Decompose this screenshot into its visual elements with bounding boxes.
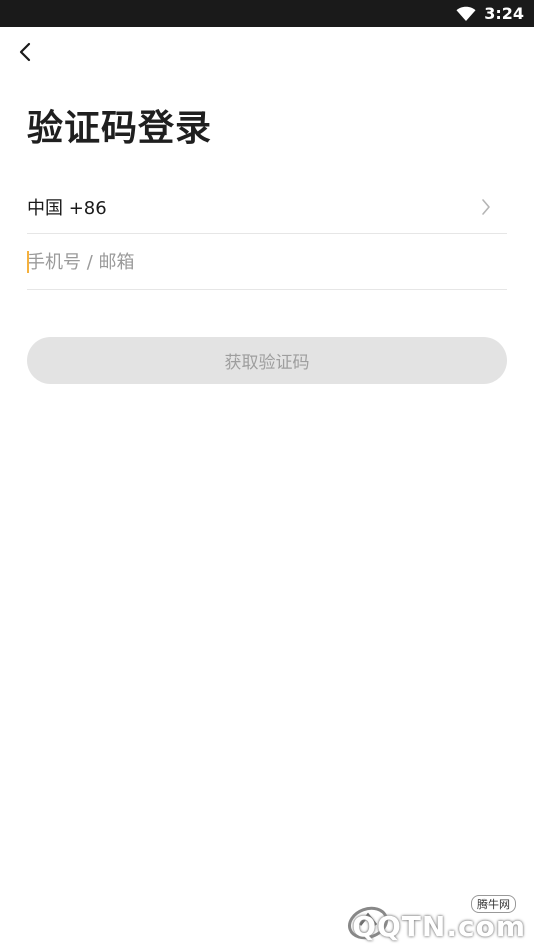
status-right: 3:24	[456, 0, 524, 27]
status-time: 3:24	[484, 4, 524, 23]
phone-email-input[interactable]	[27, 235, 507, 289]
page-title: 验证码登录	[27, 108, 213, 149]
watermark-text: QQTN.com	[352, 910, 526, 943]
watermark: 腾牛网 QQTN.com	[326, 895, 526, 945]
country-selector[interactable]: 中国 +86	[27, 180, 507, 234]
wifi-icon	[456, 6, 476, 21]
chevron-right-icon	[482, 198, 490, 215]
chevron-left-icon	[19, 42, 31, 62]
country-code-label: 中国 +86	[27, 197, 107, 219]
text-caret	[27, 251, 29, 273]
back-button[interactable]	[10, 36, 42, 68]
account-input-row	[27, 235, 507, 290]
get-code-button[interactable]: 获取验证码	[27, 337, 507, 384]
status-bar: 3:24	[0, 0, 534, 27]
